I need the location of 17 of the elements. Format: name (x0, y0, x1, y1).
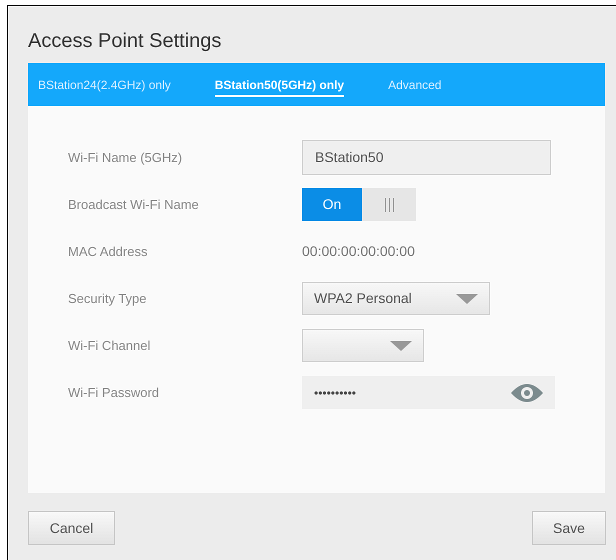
eye-icon[interactable] (511, 384, 543, 402)
select-field[interactable]: WPA2 Personal (302, 282, 490, 315)
mac-address: 00:00:00:00:00:00 (302, 242, 415, 261)
field-label: Wi-Fi Name (5GHz) (68, 148, 184, 167)
cancel-button[interactable]: Cancel (28, 511, 115, 545)
dialog-title: Access Point Settings (28, 29, 222, 54)
field-label: Wi-Fi Channel (68, 336, 152, 355)
text-field[interactable]: BStation50 (302, 140, 551, 175)
field-label: Broadcast Wi-Fi Name (68, 196, 200, 214)
select-field[interactable] (302, 329, 424, 362)
save-button[interactable]: Save (532, 511, 606, 545)
password-field[interactable]: •••••••••• (302, 376, 555, 409)
field-label: Security Type (68, 290, 148, 308)
field-label: Wi-Fi Password (68, 384, 160, 402)
caret-icon (390, 340, 412, 350)
field-label: MAC Address (68, 242, 148, 261)
caret-icon (456, 294, 478, 304)
